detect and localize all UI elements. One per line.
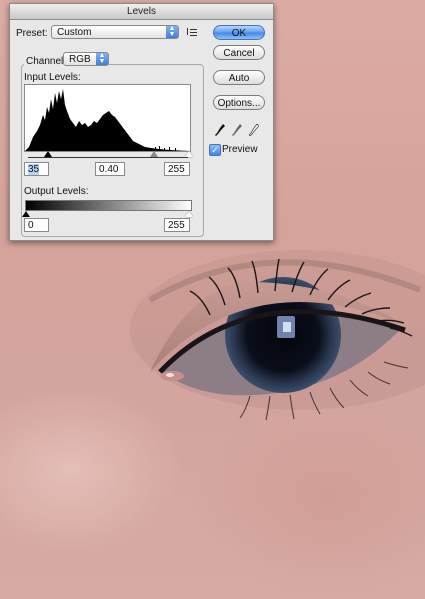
dialog-title: Levels [10,4,273,20]
channel-select[interactable]: RGB ▲ ▼ [63,52,109,66]
input-black-value: 35 [28,164,40,175]
output-gradient-bar [25,200,192,211]
channel-value: RGB [69,54,91,65]
output-black-handle[interactable] [22,211,30,217]
preview-checkbox[interactable]: ✓ [209,144,221,156]
select-arrows-icon: ▲ ▼ [166,25,178,38]
preset-options-icon[interactable] [187,27,197,37]
auto-button[interactable]: Auto [213,70,265,85]
options-button[interactable]: Options... [213,95,265,110]
white-eyedropper-icon[interactable] [249,124,259,136]
preview-label: Preview [222,144,258,155]
black-eyedropper-icon[interactable] [215,124,225,136]
gray-eyedropper-icon[interactable] [232,124,242,136]
ok-button[interactable]: OK [213,25,265,40]
input-slider-track [28,157,188,158]
output-white-field[interactable]: 255 [164,218,190,232]
cancel-button[interactable]: Cancel [213,45,265,60]
select-arrows-icon: ▲ ▼ [96,52,108,65]
preset-label: Preset: [16,28,48,39]
output-black-value: 0 [28,220,34,231]
histogram-graph [25,89,190,151]
channel-label: Channel: [24,56,69,67]
output-black-field[interactable]: 0 [24,218,49,232]
output-white-value: 255 [168,220,185,231]
input-black-field[interactable]: 35 [24,162,49,176]
input-black-handle[interactable] [44,151,52,157]
preset-select[interactable]: Custom ▲ ▼ [51,25,179,39]
input-gamma-field[interactable]: 0.40 [95,162,125,176]
levels-dialog: Levels Preset: Custom ▲ ▼ Channel: RGB ▲ ▼… [9,3,274,241]
input-white-value: 255 [168,164,185,175]
input-levels-label: Input Levels: [24,72,81,83]
output-white-handle[interactable] [185,211,193,217]
histogram [24,84,191,152]
input-gamma-handle[interactable] [150,151,158,157]
input-white-field[interactable]: 255 [164,162,190,176]
input-gamma-value: 0.40 [99,164,119,175]
preset-value: Custom [57,27,92,38]
input-white-handle[interactable] [185,151,193,157]
output-levels-label: Output Levels: [24,186,89,197]
